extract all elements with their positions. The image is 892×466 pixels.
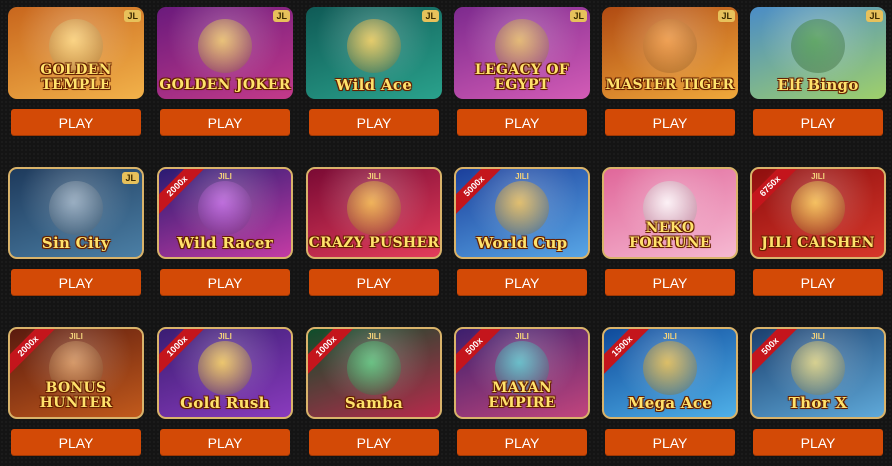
- game-thumbnail[interactable]: 500x JILI Mayan Empire: [454, 327, 590, 419]
- provider-badge: JILI: [811, 172, 825, 181]
- game-title: Golden Temple: [40, 62, 112, 93]
- provider-badge: JILI: [218, 172, 232, 181]
- game-thumbnail[interactable]: 1000x JILI Samba: [306, 327, 442, 419]
- game-card[interactable]: Neko Fortune PLAY: [602, 167, 738, 296]
- provider-badge: JL: [866, 10, 883, 22]
- game-card[interactable]: JILI Crazy Pusher PLAY: [306, 167, 442, 296]
- play-button[interactable]: PLAY: [605, 109, 735, 136]
- provider-badge: JILI: [515, 332, 529, 341]
- provider-badge: JL: [570, 10, 587, 22]
- game-title: Elf Bingo: [777, 76, 859, 94]
- game-card[interactable]: JL Sin City PLAY: [8, 167, 144, 296]
- game-card[interactable]: 1500x JILI Mega Ace PLAY: [602, 327, 738, 456]
- provider-badge: JILI: [367, 172, 381, 181]
- game-title: Gold Rush: [180, 394, 270, 412]
- game-title: Bonus Hunter: [39, 380, 113, 411]
- game-card[interactable]: JL Wild Ace PLAY: [306, 7, 442, 136]
- game-thumbnail[interactable]: 2000x JILI Bonus Hunter: [8, 327, 144, 419]
- game-title: Neko Fortune: [629, 220, 711, 251]
- game-card[interactable]: JL Golden Temple PLAY: [8, 7, 144, 136]
- game-thumbnail[interactable]: 500x JILI Thor X: [750, 327, 886, 419]
- game-thumbnail[interactable]: JL Master Tiger: [602, 7, 738, 99]
- provider-badge: JILI: [515, 172, 529, 181]
- game-thumbnail[interactable]: 1000x JILI Gold Rush: [157, 327, 293, 419]
- play-button[interactable]: PLAY: [605, 429, 735, 456]
- game-card[interactable]: 500x JILI Thor X PLAY: [750, 327, 886, 456]
- game-thumbnail[interactable]: Neko Fortune: [602, 167, 738, 259]
- game-thumbnail[interactable]: JL Sin City: [8, 167, 144, 259]
- game-title: Sin City: [41, 234, 111, 252]
- provider-badge: JL: [273, 10, 290, 22]
- game-title: Jili Caishen: [761, 235, 875, 251]
- play-button[interactable]: PLAY: [160, 429, 290, 456]
- play-button[interactable]: PLAY: [457, 269, 587, 296]
- play-button[interactable]: PLAY: [309, 109, 439, 136]
- game-card[interactable]: JL Elf Bingo PLAY: [750, 7, 886, 136]
- play-button[interactable]: PLAY: [11, 109, 141, 136]
- game-card[interactable]: 2000x JILI Wild Racer PLAY: [157, 167, 293, 296]
- game-thumbnail[interactable]: JILI Crazy Pusher: [306, 167, 442, 259]
- provider-badge: JILI: [663, 332, 677, 341]
- game-thumbnail[interactable]: JL Golden Joker: [157, 7, 293, 99]
- game-thumbnail[interactable]: JL Golden Temple: [8, 7, 144, 99]
- play-button[interactable]: PLAY: [605, 269, 735, 296]
- game-title: Golden Joker: [159, 77, 291, 93]
- provider-badge: JILI: [218, 332, 232, 341]
- game-thumbnail[interactable]: 2000x JILI Wild Racer: [157, 167, 293, 259]
- play-button[interactable]: PLAY: [11, 269, 141, 296]
- game-grid: JL Golden Temple PLAY JL Golden Joker PLAY JL W…: [0, 0, 892, 466]
- play-button[interactable]: PLAY: [753, 269, 883, 296]
- game-title: Wild Racer: [177, 234, 273, 252]
- game-card[interactable]: 1000x JILI Samba PLAY: [306, 327, 442, 456]
- game-thumbnail[interactable]: JL Elf Bingo: [750, 7, 886, 99]
- game-title: Master Tiger: [605, 77, 735, 93]
- play-button[interactable]: PLAY: [309, 269, 439, 296]
- game-card[interactable]: JL Golden Joker PLAY: [157, 7, 293, 136]
- play-button[interactable]: PLAY: [160, 269, 290, 296]
- game-title: Thor X: [788, 394, 848, 412]
- game-card[interactable]: 1000x JILI Gold Rush PLAY: [157, 327, 293, 456]
- game-title: Legacy of Egypt: [474, 62, 570, 93]
- play-button[interactable]: PLAY: [457, 429, 587, 456]
- play-button[interactable]: PLAY: [753, 429, 883, 456]
- game-card[interactable]: JL Master Tiger PLAY: [602, 7, 738, 136]
- play-button[interactable]: PLAY: [11, 429, 141, 456]
- game-title: World Cup: [476, 234, 568, 252]
- game-title: Mayan Empire: [488, 380, 556, 411]
- provider-badge: JILI: [811, 332, 825, 341]
- provider-badge: JL: [718, 10, 735, 22]
- game-card[interactable]: 2000x JILI Bonus Hunter PLAY: [8, 327, 144, 456]
- game-title: Samba: [344, 394, 404, 412]
- game-thumbnail[interactable]: JL Legacy of Egypt: [454, 7, 590, 99]
- game-title: Mega Ace: [627, 394, 713, 412]
- play-button[interactable]: PLAY: [160, 109, 290, 136]
- game-title: Crazy Pusher: [308, 235, 440, 251]
- game-title: Wild Ace: [335, 76, 413, 94]
- provider-badge: JILI: [69, 332, 83, 341]
- game-card[interactable]: 5000x JILI World Cup PLAY: [454, 167, 590, 296]
- game-thumbnail[interactable]: 5000x JILI World Cup: [454, 167, 590, 259]
- game-thumbnail[interactable]: 6750x JILI Jili Caishen: [750, 167, 886, 259]
- game-thumbnail[interactable]: JL Wild Ace: [306, 7, 442, 99]
- play-button[interactable]: PLAY: [457, 109, 587, 136]
- play-button[interactable]: PLAY: [753, 109, 883, 136]
- provider-badge: JL: [124, 10, 141, 22]
- provider-badge: JILI: [367, 332, 381, 341]
- play-button[interactable]: PLAY: [309, 429, 439, 456]
- game-card[interactable]: 500x JILI Mayan Empire PLAY: [454, 327, 590, 456]
- provider-badge: JL: [422, 10, 439, 22]
- game-card[interactable]: JL Legacy of Egypt PLAY: [454, 7, 590, 136]
- game-thumbnail[interactable]: 1500x JILI Mega Ace: [602, 327, 738, 419]
- provider-badge: JL: [122, 172, 139, 184]
- game-card[interactable]: 6750x JILI Jili Caishen PLAY: [750, 167, 886, 296]
